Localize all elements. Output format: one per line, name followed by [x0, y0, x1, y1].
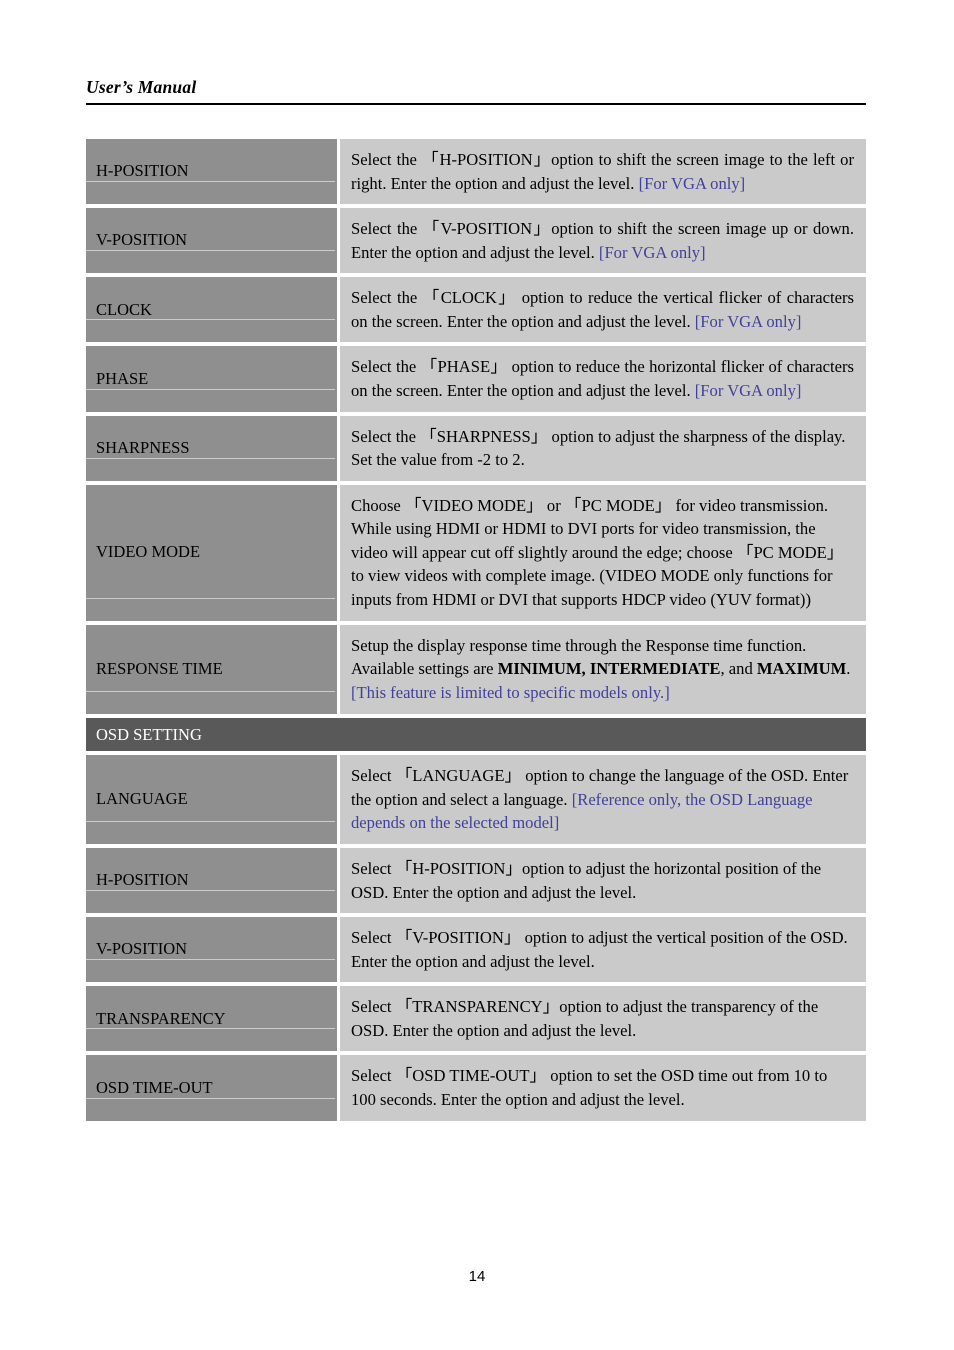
setting-description-cell: Select 「TRANSPARENCY」option to adjust th…: [340, 986, 866, 1052]
setting-name-cell: OSD TIME-OUT: [86, 1055, 337, 1121]
setting-description-cell: Select 「V-POSITION」 option to adjust the…: [340, 917, 866, 983]
setting-description-cell: Select 「H-POSITION」option to adjust the …: [340, 848, 866, 914]
setting-description-cell: Select the 「V-POSITION」option to shift t…: [340, 208, 866, 274]
option-name-text: 「V-POSITION」: [422, 219, 552, 239]
setting-description-cell: Select 「OSD TIME-OUT」 option to set the …: [340, 1055, 866, 1121]
header-rule: [86, 103, 866, 106]
emphasis-text: MAXIMUM: [756, 659, 847, 679]
body-text: Choose: [351, 495, 405, 515]
setting-description-cell: Setup the display response time through …: [340, 624, 866, 714]
body-text: to view videos with complete image. (VID…: [351, 566, 833, 609]
table-row: PHASE Select the 「PHASE」 option to reduce…: [86, 346, 866, 412]
table-row: VIDEO MODE Choose 「VIDEO MODE」 or 「PC MOD…: [86, 484, 866, 621]
table-row: V-POSITION Select the 「V-POSITION」option …: [86, 208, 866, 274]
setting-name-cell: VIDEO MODE: [86, 484, 337, 621]
body-text: Select the: [351, 426, 421, 446]
setting-name-cell: PHASE: [86, 346, 337, 412]
setting-description-cell: Choose 「VIDEO MODE」 or 「PC MODE」 for vid…: [340, 484, 866, 621]
option-name-text: 「V-POSITION」: [395, 928, 521, 948]
table-row: LANGUAGE Select 「LANGUAGE」 option to chan…: [86, 755, 866, 845]
setting-name-cell: V-POSITION: [86, 917, 337, 983]
setting-description-cell: Select the 「SHARPNESS」 option to adjust …: [340, 415, 866, 481]
body-text: or: [542, 495, 565, 515]
setting-name-cell: H-POSITION: [86, 139, 337, 205]
option-name-text: 「H-POSITION」: [422, 150, 552, 169]
option-name-text: 「PC MODE」: [736, 542, 844, 562]
body-text: Select the: [351, 219, 423, 239]
setting-name-cell: H-POSITION: [86, 848, 337, 914]
table-row: H-POSITION Select 「H-POSITION」option to a…: [86, 848, 866, 914]
table-row: RESPONSE TIME Setup the display response …: [86, 624, 866, 714]
table-row: H-POSITION Select the 「H-POSITION」option …: [86, 139, 866, 205]
option-name-text: 「SHARPNESS」: [420, 426, 548, 446]
option-name-text: 「PC MODE」: [564, 495, 672, 515]
note-text: [For VGA only]: [638, 173, 746, 193]
setting-description-cell: Select the 「PHASE」 option to reduce the …: [340, 346, 866, 412]
section-header-label: OSD SETTING: [86, 717, 866, 752]
setting-description-cell: Select the 「CLOCK」 option to reduce the …: [340, 277, 866, 343]
note-text: [For VGA only]: [694, 380, 802, 400]
body-text: Select: [351, 766, 396, 786]
body-text: Select the: [351, 288, 423, 308]
setting-name-cell: LANGUAGE: [86, 755, 337, 845]
option-name-text: 「H-POSITION」: [395, 859, 522, 879]
setting-name-cell: RESPONSE TIME: [86, 624, 337, 714]
body-text: .: [846, 659, 851, 679]
osd-settings-table: H-POSITION Select the 「H-POSITION」option …: [86, 139, 866, 1125]
setting-description-cell: Select the 「H-POSITION」option to shift t…: [340, 139, 866, 205]
body-text: Select: [351, 928, 396, 948]
body-text: Select: [351, 1066, 396, 1086]
body-text: , and: [720, 659, 757, 679]
table-row: SHARPNESS Select the 「SHARPNESS」 option t…: [86, 415, 866, 481]
option-name-text: 「VIDEO MODE」: [404, 495, 543, 515]
setting-description-cell: Select 「LANGUAGE」 option to change the l…: [340, 755, 866, 845]
option-name-text: 「PHASE」: [420, 357, 508, 377]
body-text: Select: [351, 859, 396, 879]
setting-name-cell: SHARPNESS: [86, 415, 337, 481]
table-row: V-POSITION Select 「V-POSITION」 option to …: [86, 917, 866, 983]
option-name-text: 「TRANSPARENCY」: [395, 997, 560, 1017]
header-title: User’s Manual: [86, 77, 197, 97]
running-header: User’s Manual: [86, 77, 866, 106]
note-text: [This feature is limited to specific mod…: [351, 682, 670, 702]
body-text: Select the: [351, 150, 422, 169]
body-text: Select the: [351, 357, 421, 377]
emphasis-text: MINIMUM, INTERMEDIATE: [497, 659, 721, 679]
setting-name-cell: V-POSITION: [86, 208, 337, 274]
setting-name-cell: CLOCK: [86, 277, 337, 343]
note-text: [For VGA only]: [598, 242, 706, 262]
note-text: [For VGA only]: [694, 311, 802, 331]
table-row: TRANSPARENCY Select 「TRANSPARENCY」option …: [86, 986, 866, 1052]
option-name-text: 「LANGUAGE」: [395, 766, 522, 786]
table-row: CLOCK Select the 「CLOCK」 option to reduce…: [86, 277, 866, 343]
body-text: Select: [351, 997, 396, 1017]
page-number: 14: [468, 1268, 486, 1285]
table-section-row: OSD SETTING: [86, 717, 866, 752]
table-row: OSD TIME-OUT Select 「OSD TIME-OUT」 option…: [86, 1055, 866, 1121]
option-name-text: 「OSD TIME-OUT」: [395, 1066, 547, 1086]
option-name-text: 「CLOCK」: [422, 288, 517, 308]
manual-page: User’s Manual H-POSITION Select the 「H-PO…: [0, 0, 954, 1350]
setting-name-cell: TRANSPARENCY: [86, 986, 337, 1052]
